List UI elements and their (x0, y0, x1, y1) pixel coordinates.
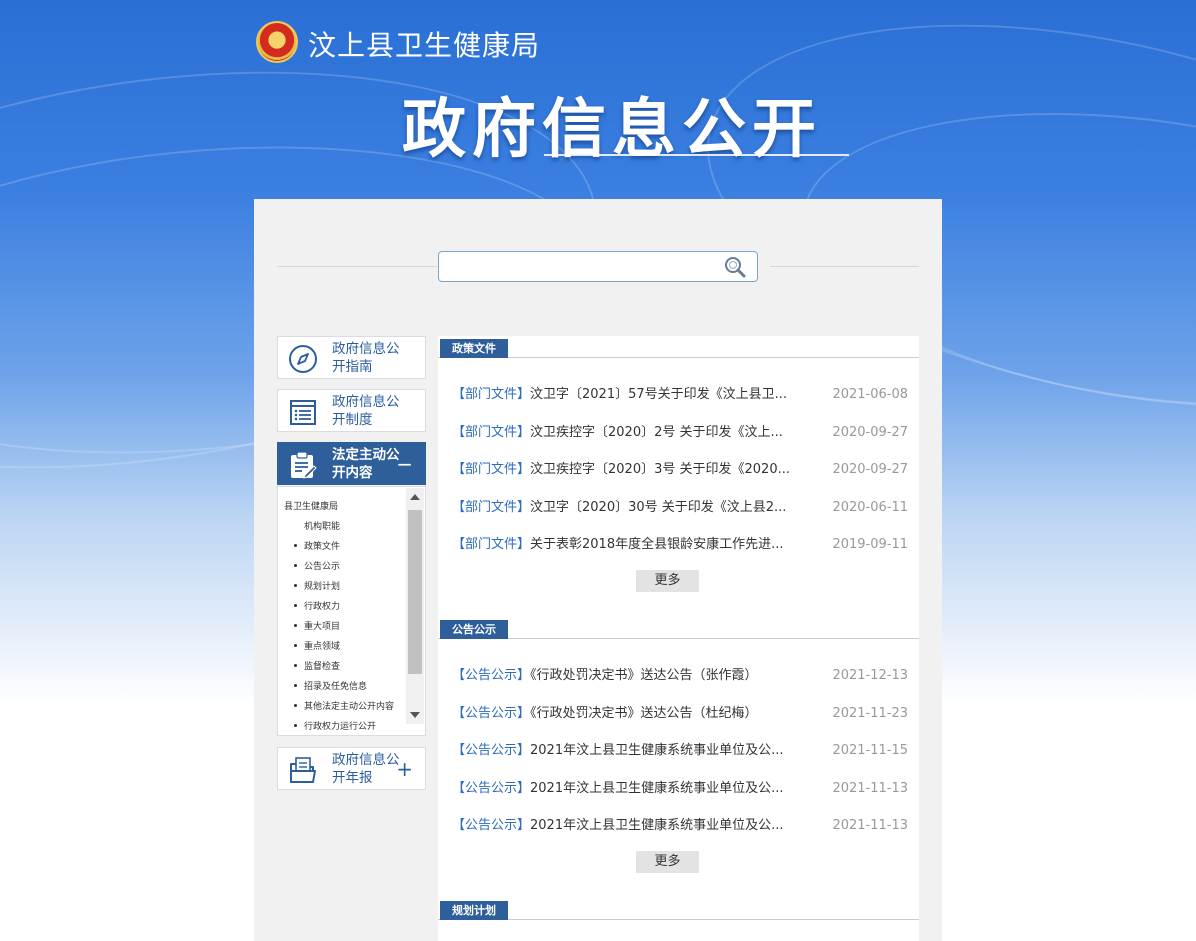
date: 2019-09-11 (832, 537, 908, 552)
divider (770, 266, 919, 267)
section-header-policy: 政策文件 (438, 336, 919, 358)
date: 2021-06-08 (832, 387, 908, 402)
tree-item[interactable]: 监督检查 (294, 659, 340, 672)
date: 2021-12-13 (832, 668, 908, 683)
date: 2020-09-27 (832, 425, 908, 440)
list-item[interactable]: 【公告公示】《行政处罚决定书》送达公告（杜纪梅） 2021-11-23 (452, 704, 908, 724)
page-title: 政府信息公开 (402, 93, 822, 167)
tree-item[interactable]: 规划计划 (294, 579, 340, 592)
org-name: 汶上县卫生健康局 (308, 29, 541, 62)
date: 2021-11-15 (832, 743, 908, 758)
clipboard-edit-icon (291, 451, 317, 479)
list-item[interactable]: 【部门文件】关于表彰2018年度全县银龄安康工作先进... 2019-09-11 (452, 535, 908, 555)
tree-item[interactable]: 重大项目 (294, 619, 340, 632)
tree-item[interactable]: 行政权力运行公开 (294, 719, 376, 732)
section-tab[interactable]: 公告公示 (440, 620, 508, 639)
list-item[interactable]: 【公告公示】《行政处罚决定书》送达公告（张作霞） 2021-12-13 (452, 666, 908, 686)
list-item[interactable]: 【公告公示】2021年汶上县卫生健康系统事业单位及公... 2021-11-13 (452, 779, 908, 799)
sidebar-item-proactive-disclosure[interactable]: 法定主动公开内容 − (277, 442, 426, 485)
date: 2020-06-11 (832, 500, 908, 515)
sidebar-item-label: 政府信息公开制度 (332, 394, 400, 428)
tree-root[interactable]: 县卫生健康局 (284, 499, 338, 512)
document-list-icon (290, 400, 316, 425)
list-item[interactable]: 【公告公示】2021年汶上县卫生健康系统事业单位及公... 2021-11-13 (452, 816, 908, 836)
section-header-plan: 规划计划 (438, 898, 919, 920)
more-button[interactable]: 更多 (636, 851, 699, 873)
date: 2021-11-13 (832, 781, 908, 796)
tree-item[interactable]: 公告公示 (294, 559, 340, 572)
category-tree: 县卫生健康局 机构职能 政策文件 公告公示 规划计划 行政权力 重大项目 重点领… (277, 486, 426, 736)
search-icon[interactable] (723, 256, 747, 278)
list-item[interactable]: 【公告公示】2021年汶上县卫生健康系统事业单位及公... 2021-11-15 (452, 741, 908, 761)
list-item[interactable]: 【部门文件】汶卫疾控字〔2020〕3号 关于印发《2020... 2020-09-… (452, 460, 908, 480)
tree-item[interactable]: 招录及任免信息 (294, 679, 367, 692)
date: 2021-11-23 (832, 706, 908, 721)
search-input[interactable] (438, 251, 758, 282)
section-tab[interactable]: 政策文件 (440, 339, 508, 358)
expand-icon[interactable]: + (396, 759, 413, 779)
section-tab[interactable]: 规划计划 (440, 901, 508, 920)
list-item[interactable]: 【部门文件】汶卫字〔2021〕57号关于印发《汶上县卫... 2021-06-08 (452, 385, 908, 405)
date: 2021-11-13 (832, 818, 908, 833)
divider (277, 266, 437, 267)
title-underline (544, 154, 849, 156)
sidebar-item-guide[interactable]: 政府信息公开指南 (277, 336, 426, 379)
section-header-notice: 公告公示 (438, 617, 919, 639)
compass-icon (289, 345, 317, 373)
scroll-thumb[interactable] (408, 510, 422, 674)
sidebar-item-label: 政府信息公开指南 (332, 341, 400, 375)
folder-file-icon (290, 757, 316, 783)
list-item[interactable]: 【部门文件】汶卫疾控字〔2020〕2号 关于印发《汶上... 2020-09-27 (452, 423, 908, 443)
national-emblem-icon (256, 21, 298, 63)
tree-item[interactable]: 机构职能 (304, 519, 340, 532)
tree-item[interactable]: 政策文件 (294, 539, 340, 552)
scroll-down-icon[interactable] (410, 712, 420, 718)
list-item[interactable]: 【部门文件】汶卫字〔2020〕30号 关于印发《汶上县2... 2020-06-1… (452, 498, 908, 518)
date: 2020-09-27 (832, 462, 908, 477)
tree-item[interactable]: 重点领域 (294, 639, 340, 652)
sidebar-item-annual-report[interactable]: 政府信息公开年报 + (277, 747, 426, 790)
collapse-icon[interactable]: − (396, 454, 413, 474)
tree-item[interactable]: 行政权力 (294, 599, 340, 612)
tree-scrollbar[interactable] (406, 488, 424, 724)
tree-item[interactable]: 其他法定主动公开内容 (294, 699, 394, 712)
main-panel: 政府信息公开指南 政府信息公开制度 法定主动公开内容 − 县卫生健康局 机构职能… (254, 199, 942, 941)
more-button[interactable]: 更多 (636, 570, 699, 592)
scroll-up-icon[interactable] (410, 494, 420, 500)
sidebar-item-system[interactable]: 政府信息公开制度 (277, 389, 426, 432)
content-area: 政策文件 【部门文件】汶卫字〔2021〕57号关于印发《汶上县卫... 2021-… (438, 336, 919, 941)
